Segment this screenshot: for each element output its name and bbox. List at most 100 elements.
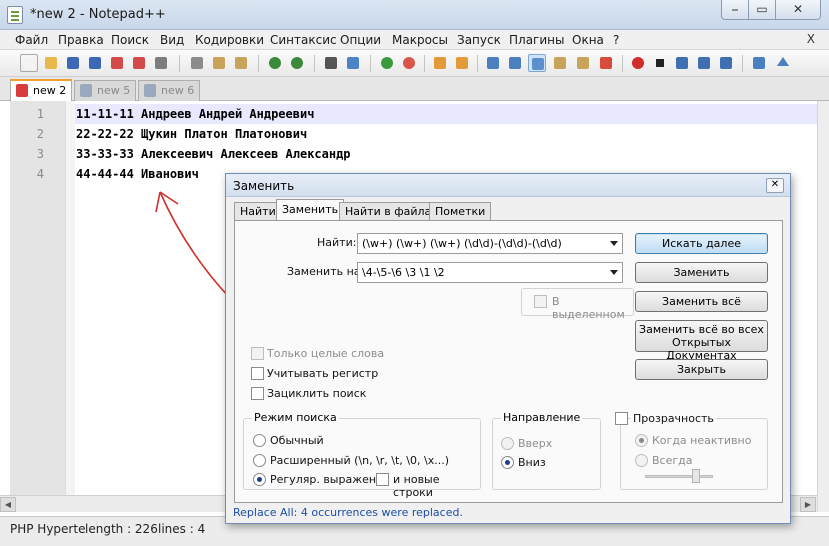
expand-up-icon[interactable] [774,54,792,72]
notepad-app-icon [7,6,23,24]
transparency-inactive-radio[interactable] [635,434,648,447]
code-line[interactable]: 22-22-22 Щукин Платон Платонович [76,127,307,141]
status-length: length : 226 [85,522,158,536]
status-lines: lines : 4 [158,522,206,536]
paste-icon[interactable] [232,54,250,72]
doc-map-icon[interactable] [574,54,592,72]
replace-button[interactable]: Заменить [635,262,768,283]
in-selection-checkbox[interactable] [534,295,547,308]
close-document-button[interactable]: X [807,32,815,46]
regex-mode-label: Регуляр. выражен. [270,473,380,486]
direction-down-radio[interactable] [501,456,514,469]
menu-encoding[interactable]: Кодировки [195,33,264,47]
close-file-icon[interactable] [108,54,126,72]
cut-icon[interactable] [188,54,206,72]
regex-mode-radio[interactable] [253,473,266,486]
function-list-icon[interactable] [597,54,615,72]
close-all-icon[interactable] [130,54,148,72]
replace-dialog: Заменить ✕ Найти Заменить Найти в файлах… [225,173,791,524]
find-icon[interactable] [322,54,340,72]
menu-plugins[interactable]: Плагины [509,33,564,47]
menu-run[interactable]: Запуск [457,33,501,47]
save-macro-icon[interactable] [717,54,735,72]
menu-settings[interactable]: Опции [340,33,381,47]
wrap-around-checkbox[interactable] [251,387,264,400]
minimize-button[interactable]: ⎯ [721,0,749,20]
play-macro-icon[interactable] [673,54,691,72]
new-file-icon[interactable] [20,54,38,72]
replace-icon[interactable] [344,54,362,72]
tab-replace[interactable]: Заменить [276,199,345,221]
save-icon[interactable] [64,54,82,72]
tab-new-6[interactable]: new 6 [138,80,200,101]
save-all-icon[interactable] [86,54,104,72]
title-bar: *new 2 - Notepad++ ⎯ ▭ ✕ [0,0,829,30]
code-line[interactable]: 11-11-11 Андреев Андрей Андреевич [76,107,314,121]
sync-vertical-icon[interactable] [431,54,449,72]
code-line[interactable]: 44-44-44 Иванович [76,167,199,181]
tab-new-5[interactable]: new 5 [74,80,136,101]
dot-newline-checkbox[interactable] [376,473,389,486]
redo-icon[interactable] [288,54,306,72]
zoom-out-icon[interactable] [400,54,418,72]
code-line[interactable]: 33-33-33 Алексеевич Алексеев Александр [76,147,351,161]
tab-find[interactable]: Найти [234,202,282,221]
close-window-button[interactable]: ✕ [775,0,821,20]
tab-mark[interactable]: Пометки [429,202,492,221]
transparency-always-label: Всегда [652,454,693,467]
scroll-left-icon[interactable]: ◀ [0,497,16,512]
normal-mode-label: Обычный [270,434,324,447]
in-selection-label: В выделенном [552,295,625,321]
maximize-button[interactable]: ▭ [748,0,776,20]
replace-all-open-docs-button[interactable]: Заменить всё во всех Открытых Документах [635,320,768,362]
close-dialog-button[interactable]: Закрыть [635,359,768,380]
scroll-right-icon[interactable]: ▶ [800,497,816,512]
find-input[interactable]: (\w+) (\w+) (\w+) (\d\d)-(\d\d)-(\d\d) [357,233,623,254]
stop-macro-icon[interactable] [651,54,669,72]
normal-mode-radio[interactable] [253,434,266,447]
replace-value: \4-\5-\6 \3 \1 \2 [362,266,445,279]
vertical-scrollbar[interactable] [817,101,829,512]
tab-label: new 5 [97,84,131,97]
collapse-icon[interactable] [750,54,768,72]
find-value: (\w+) (\w+) (\w+) (\d\d)-(\d\d)-(\d\d) [362,237,562,250]
tab-new-2[interactable]: new 2 [10,79,72,101]
word-wrap-icon[interactable] [484,54,502,72]
match-case-checkbox[interactable] [251,367,264,380]
menu-language[interactable]: Синтаксис [270,33,337,47]
indent-guide-icon[interactable] [528,54,546,72]
print-icon[interactable] [152,54,170,72]
user-language-icon[interactable] [551,54,569,72]
record-macro-icon[interactable] [629,54,647,72]
fold-margin [65,101,75,495]
sync-horizontal-icon[interactable] [453,54,471,72]
direction-up-radio[interactable] [501,437,514,450]
menu-search[interactable]: Поиск [111,33,149,47]
find-next-button[interactable]: Искать далее [635,233,768,254]
dialog-close-button[interactable]: ✕ [766,178,784,193]
open-file-icon[interactable] [42,54,60,72]
transparency-slider-thumb[interactable] [692,469,700,483]
whole-word-label: Только целые слова [267,347,385,360]
show-all-chars-icon[interactable] [506,54,524,72]
menu-window[interactable]: Окна [572,33,604,47]
undo-icon[interactable] [266,54,284,72]
replace-all-button[interactable]: Заменить всё [635,291,768,312]
direction-group: Направление Вверх Вниз [492,411,601,490]
chevron-down-icon[interactable] [610,241,618,246]
menu-edit[interactable]: Правка [58,33,104,47]
unsaved-file-icon [16,84,28,97]
menu-view[interactable]: Вид [160,33,184,47]
run-macro-multiple-icon[interactable] [695,54,713,72]
menu-macro[interactable]: Макросы [392,33,448,47]
copy-icon[interactable] [210,54,228,72]
transparency-always-radio[interactable] [635,454,648,467]
transparency-checkbox[interactable] [615,412,628,425]
menu-file[interactable]: Файл [15,33,48,47]
zoom-in-icon[interactable] [378,54,396,72]
replace-input[interactable]: \4-\5-\6 \3 \1 \2 [357,262,623,283]
menu-help[interactable]: ? [613,33,619,47]
whole-word-checkbox[interactable] [251,347,264,360]
chevron-down-icon[interactable] [610,270,618,275]
extended-mode-radio[interactable] [253,454,266,467]
